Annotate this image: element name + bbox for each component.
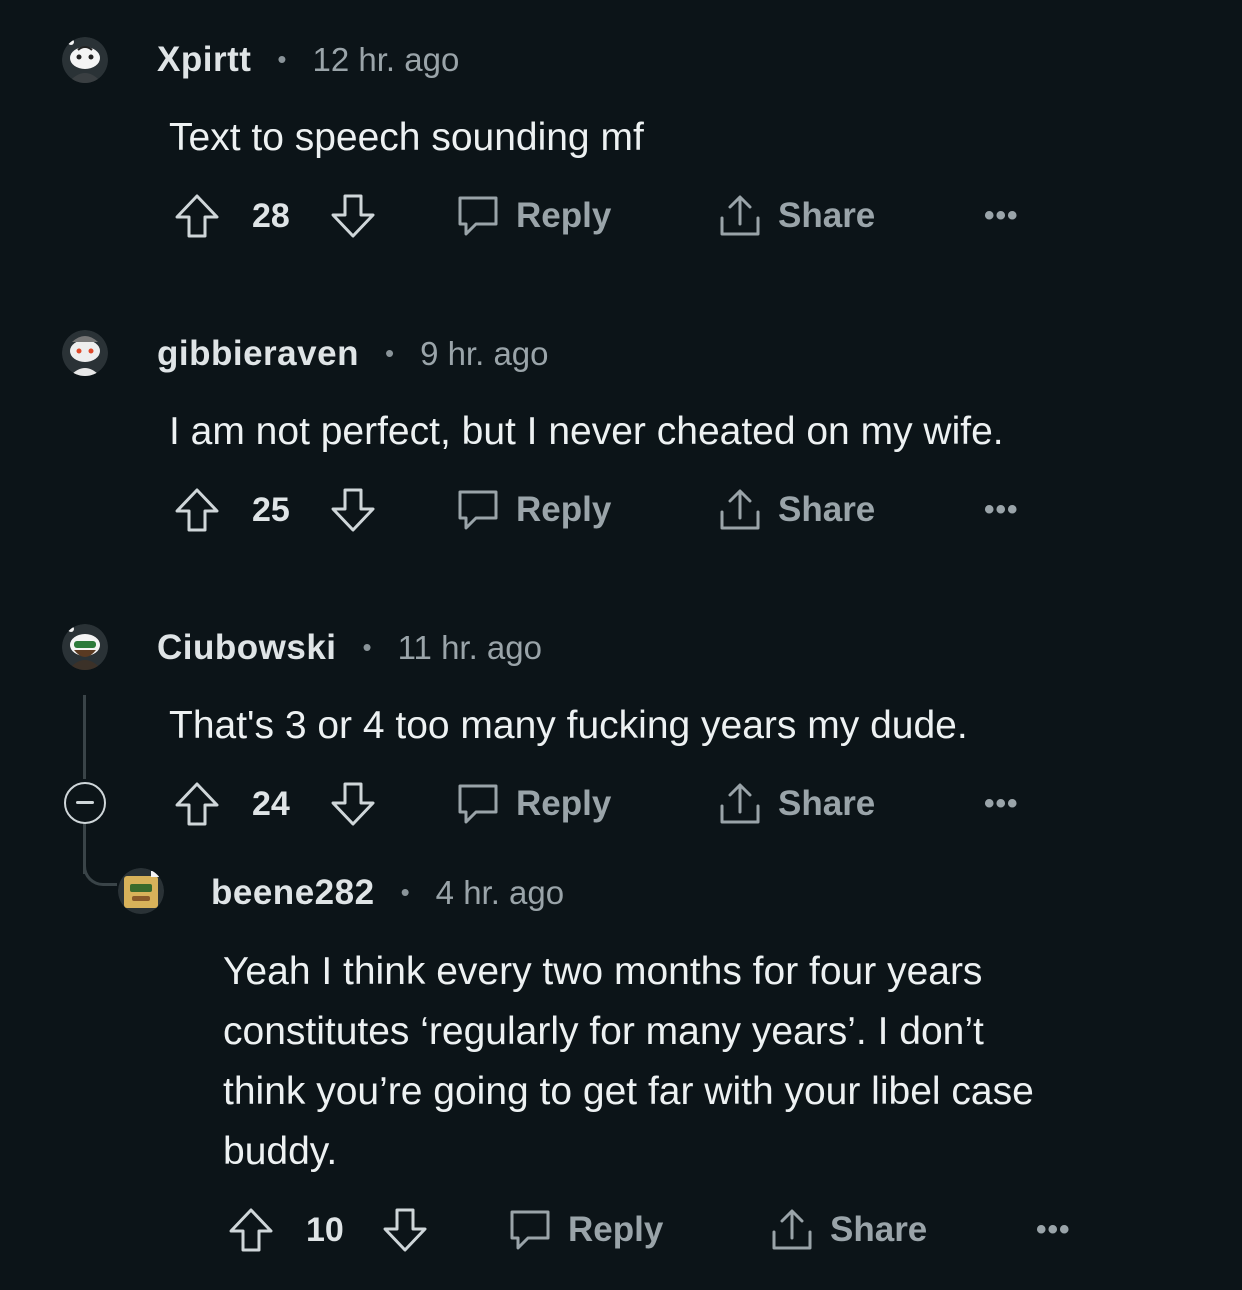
share-button[interactable]: Share [716, 192, 984, 240]
share-icon [772, 1209, 812, 1250]
reply-button[interactable]: Reply [506, 1206, 768, 1254]
meta-separator: • [384, 337, 395, 368]
more-options-icon[interactable]: ••• [984, 493, 1019, 527]
username[interactable]: gibbieraven [157, 334, 359, 374]
share-icon [720, 489, 760, 530]
username[interactable]: Ciubowski [157, 628, 337, 668]
upvote-arrow-icon[interactable] [226, 1205, 276, 1255]
more-options-icon[interactable]: ••• [1036, 1213, 1071, 1247]
snoo-avatar-icon [62, 330, 108, 376]
vote-count: 24 [252, 784, 290, 823]
user-avatar[interactable] [62, 330, 108, 376]
snoo-avatar-icon [118, 868, 164, 914]
share-button[interactable]: Share [716, 486, 984, 534]
upvote-arrow-icon[interactable] [172, 485, 222, 535]
more-options-icon[interactable]: ••• [984, 787, 1019, 821]
user-avatar[interactable] [118, 868, 164, 914]
vote-count: 28 [252, 196, 290, 235]
reply-bubble-icon [458, 196, 498, 236]
share-label: Share [778, 490, 876, 529]
username[interactable]: Xpirtt [157, 40, 251, 80]
vote-count: 25 [252, 490, 290, 529]
more-options-icon[interactable]: ••• [984, 199, 1019, 233]
share-label: Share [830, 1210, 928, 1249]
reply-label: Reply [568, 1210, 664, 1249]
user-avatar[interactable] [62, 37, 108, 83]
username[interactable]: beene282 [211, 873, 375, 913]
thread-curve [83, 850, 117, 886]
reply-bubble-icon [510, 1210, 550, 1250]
comment-body: Yeah I think every two months for four y… [223, 942, 1034, 1182]
timestamp: 4 hr. ago [435, 874, 565, 911]
comment-body-line: buddy. [223, 1130, 338, 1173]
downvote-arrow-icon[interactable] [328, 191, 378, 241]
user-avatar[interactable] [62, 624, 108, 670]
meta-separator: • [277, 43, 287, 74]
snoo-avatar-icon [62, 37, 108, 83]
timestamp: 11 hr. ago [397, 629, 542, 666]
reply-label: Reply [516, 784, 612, 823]
share-label: Share [778, 784, 876, 823]
reply-bubble-icon [458, 784, 498, 824]
comment-body: I am not perfect, but I never cheated on… [169, 410, 1004, 453]
thread-line [83, 695, 86, 779]
share-label: Share [778, 196, 876, 235]
snoo-avatar-icon [62, 624, 108, 670]
vote-count: 10 [306, 1210, 344, 1249]
comment-body-line: Yeah I think every two months for four y… [223, 950, 983, 993]
reply-label: Reply [516, 196, 612, 235]
reply-bubble-icon [458, 490, 498, 530]
share-button[interactable]: Share [768, 1206, 1036, 1254]
meta-separator: • [400, 876, 410, 907]
timestamp: 9 hr. ago [420, 335, 549, 372]
comment-body: That's 3 or 4 too many fucking years my … [169, 704, 968, 747]
downvote-arrow-icon[interactable] [328, 779, 378, 829]
reply-button[interactable]: Reply [454, 192, 716, 240]
upvote-arrow-icon[interactable] [172, 191, 222, 241]
collapse-thread-icon[interactable] [64, 782, 106, 824]
upvote-arrow-icon[interactable] [172, 779, 222, 829]
reply-button[interactable]: Reply [454, 486, 716, 534]
share-button[interactable]: Share [716, 780, 984, 828]
share-icon [720, 783, 760, 824]
downvote-arrow-icon[interactable] [380, 1205, 430, 1255]
share-icon [720, 195, 760, 236]
reply-button[interactable]: Reply [454, 780, 716, 828]
downvote-arrow-icon[interactable] [328, 485, 378, 535]
meta-separator: • [362, 631, 372, 662]
comment-body-line: think you’re going to get far with your … [223, 1070, 1034, 1113]
timestamp: 12 hr. ago [312, 41, 460, 78]
comment-body-line: constitutes ‘regularly for many years’. … [223, 1010, 984, 1053]
comment-body: Text to speech sounding mf [169, 116, 644, 159]
reply-label: Reply [516, 490, 612, 529]
